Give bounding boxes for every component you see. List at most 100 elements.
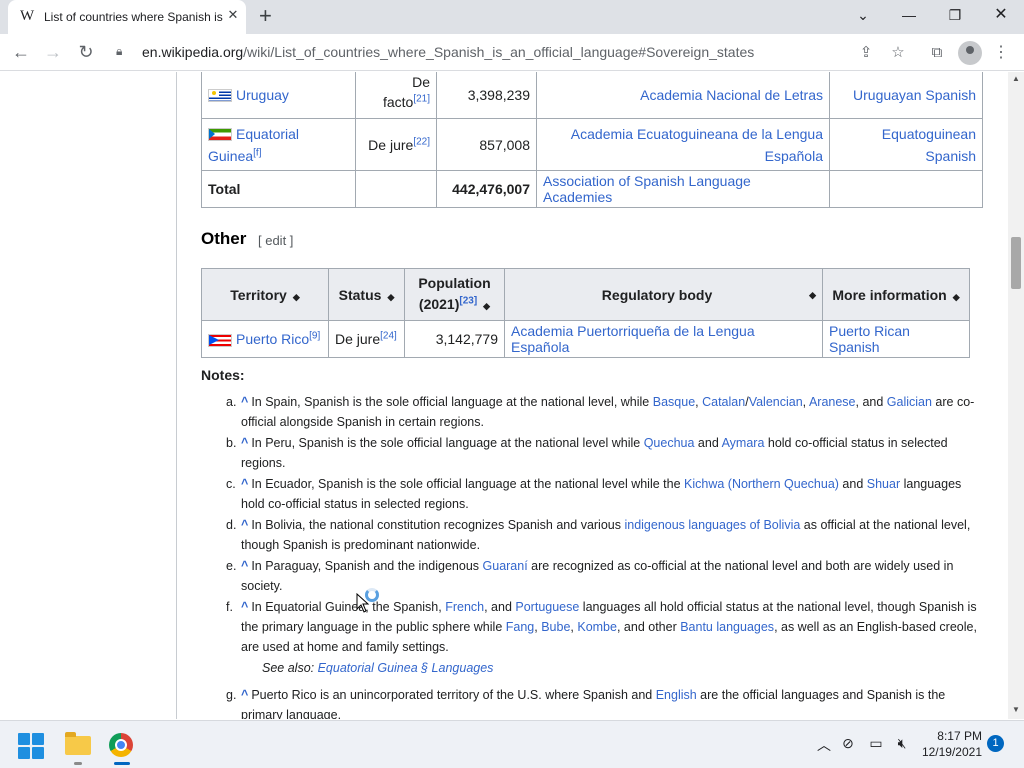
note-link[interactable]: Basque: [653, 395, 695, 409]
network-offline-icon[interactable]: ⊘: [838, 735, 858, 752]
note-text: In Bolivia, the national constitution re…: [251, 518, 625, 532]
note-link[interactable]: Catalan: [702, 395, 745, 409]
status-cell: De jure[22]: [355, 118, 437, 171]
footnote-link[interactable]: [9]: [309, 330, 320, 341]
reference-link[interactable]: [21]: [413, 93, 430, 104]
display-icon[interactable]: ▭: [866, 735, 886, 752]
note-link[interactable]: Shuar: [867, 477, 900, 491]
new-tab-button[interactable]: +: [259, 4, 272, 28]
kebab-menu-icon[interactable]: ⋮: [990, 42, 1012, 64]
extensions-puzzle-icon[interactable]: ⧉: [926, 42, 948, 64]
minimize-button[interactable]: —: [886, 2, 932, 30]
backlink-caret[interactable]: ^: [241, 395, 248, 409]
note-text: , and: [855, 395, 887, 409]
note-link[interactable]: Bantu languages: [680, 620, 774, 634]
notification-badge[interactable]: 1: [987, 735, 1004, 752]
status-cell: De jure[24]: [328, 320, 405, 358]
total-population: 442,476,007: [436, 170, 537, 208]
see-also-link[interactable]: Equatorial Guinea § Languages: [318, 661, 494, 675]
tab-close-icon[interactable]: ✕: [224, 7, 242, 23]
show-hidden-icons-chevron-icon[interactable]: ︿: [814, 735, 834, 755]
note-text: , and: [484, 600, 516, 614]
restore-button[interactable]: ❐: [932, 2, 978, 30]
chrome-icon[interactable]: [105, 729, 137, 761]
regulator-cell: Academia Puertorriqueña de la Lengua Esp…: [504, 320, 823, 358]
note-text: and: [694, 436, 722, 450]
regulator-link[interactable]: Academia Nacional de Letras: [640, 87, 823, 103]
column-header-territory[interactable]: Territory ◆: [201, 268, 329, 321]
backlink-caret[interactable]: ^: [241, 688, 248, 702]
note-link[interactable]: Bube: [541, 620, 570, 634]
puerto-rico-flag-icon: [208, 333, 232, 347]
bookmark-star-icon[interactable]: ☆: [887, 42, 909, 64]
info-link[interactable]: Uruguayan Spanish: [853, 87, 976, 103]
population-cell: 3,142,779: [404, 320, 505, 358]
see-also-hatnote: See also: Equatorial Guinea § Languages: [262, 661, 494, 675]
backlink-caret[interactable]: ^: [241, 600, 248, 614]
note-link[interactable]: Kichwa (Northern Quechua): [684, 477, 839, 491]
note-link[interactable]: Aymara: [722, 436, 765, 450]
lock-icon[interactable]: 🔒︎: [116, 44, 122, 59]
clock-time[interactable]: 8:17 PM: [920, 729, 982, 743]
territory-link[interactable]: Puerto Rico: [236, 331, 309, 347]
reference-link[interactable]: [24]: [380, 330, 397, 341]
note-link[interactable]: Fang: [506, 620, 535, 634]
vertical-scrollbar[interactable]: ▲ ▼: [1008, 72, 1024, 719]
file-explorer-icon[interactable]: [62, 729, 94, 761]
backlink-caret[interactable]: ^: [241, 436, 248, 450]
note-item: f. ^ In Equatorial Guinea, the Spanish, Fr…: [226, 597, 986, 657]
note-link[interactable]: Guaraní: [483, 559, 528, 573]
column-header-more-information[interactable]: More information ◆: [822, 268, 970, 321]
back-arrow-icon[interactable]: ←: [9, 40, 33, 64]
share-icon[interactable]: ⇪: [855, 42, 877, 64]
regulator-link[interactable]: Academia Ecuatoguineana de la Lengua Esp…: [571, 126, 823, 164]
forward-arrow-icon[interactable]: →: [41, 40, 65, 64]
reload-icon[interactable]: ↻: [74, 40, 98, 64]
column-header-regulatory-body[interactable]: Regulatory body ◆: [504, 268, 823, 321]
tab-search-chevron-icon[interactable]: ⌄: [840, 2, 886, 30]
note-link[interactable]: French: [445, 600, 484, 614]
info-link[interactable]: Equatoguinean Spanish: [882, 126, 976, 164]
uruguay-flag-icon: [208, 89, 232, 103]
sort-icon[interactable]: ◆: [293, 292, 300, 302]
total-row: Total 442,476,007 Association of Spanish…: [201, 170, 983, 208]
close-window-button[interactable]: ✕: [978, 2, 1024, 30]
volume-muted-icon[interactable]: 🔇︎: [892, 735, 912, 752]
active-tab[interactable]: W List of countries where Spanish is an …: [8, 0, 246, 34]
regulator-link[interactable]: Academia Puertorriqueña de la Lengua Esp…: [511, 323, 755, 355]
note-link[interactable]: Portuguese: [515, 600, 579, 614]
scrollbar-thumb[interactable]: [1011, 237, 1021, 289]
windows-start-icon[interactable]: [18, 733, 44, 759]
reference-link[interactable]: [22]: [413, 136, 430, 147]
footnote-link[interactable]: [f]: [253, 147, 261, 158]
sort-icon[interactable]: ◆: [809, 290, 816, 301]
column-header-status[interactable]: Status ◆: [328, 268, 405, 321]
backlink-caret[interactable]: ^: [241, 559, 248, 573]
regulator-link[interactable]: Association of Spanish Language Academie…: [543, 173, 751, 205]
note-text: In Peru, Spanish is the sole official la…: [251, 436, 644, 450]
sort-icon[interactable]: ◆: [483, 301, 490, 311]
sort-icon[interactable]: ◆: [953, 292, 960, 302]
edit-section-link[interactable]: [ edit ]: [258, 233, 293, 248]
note-link[interactable]: Valencian: [749, 395, 803, 409]
column-header-population[interactable]: Population (2021)[23] ◆: [404, 268, 505, 321]
reference-link[interactable]: [23]: [459, 295, 477, 306]
profile-avatar-icon[interactable]: [958, 41, 982, 65]
total-label: Total: [201, 170, 356, 208]
clock-date[interactable]: 12/19/2021: [920, 745, 982, 759]
scroll-down-arrow-icon[interactable]: ▼: [1012, 705, 1020, 714]
country-link[interactable]: Uruguay: [236, 87, 289, 103]
note-link[interactable]: Galician: [887, 395, 932, 409]
note-link[interactable]: Quechua: [644, 436, 695, 450]
note-item: b. ^ In Peru, Spanish is the sole official…: [226, 433, 986, 473]
note-link[interactable]: Aranese: [809, 395, 856, 409]
address-bar[interactable]: en.wikipedia.org/wiki/List_of_countries_…: [142, 44, 754, 60]
scroll-up-arrow-icon[interactable]: ▲: [1012, 74, 1020, 83]
note-link[interactable]: Kombe: [577, 620, 617, 634]
info-link[interactable]: Puerto Rican Spanish: [829, 323, 910, 355]
note-link[interactable]: indigenous languages of Bolivia: [624, 518, 800, 532]
backlink-caret[interactable]: ^: [241, 477, 248, 491]
sort-icon[interactable]: ◆: [387, 292, 394, 302]
backlink-caret[interactable]: ^: [241, 518, 248, 532]
note-link[interactable]: English: [656, 688, 697, 702]
